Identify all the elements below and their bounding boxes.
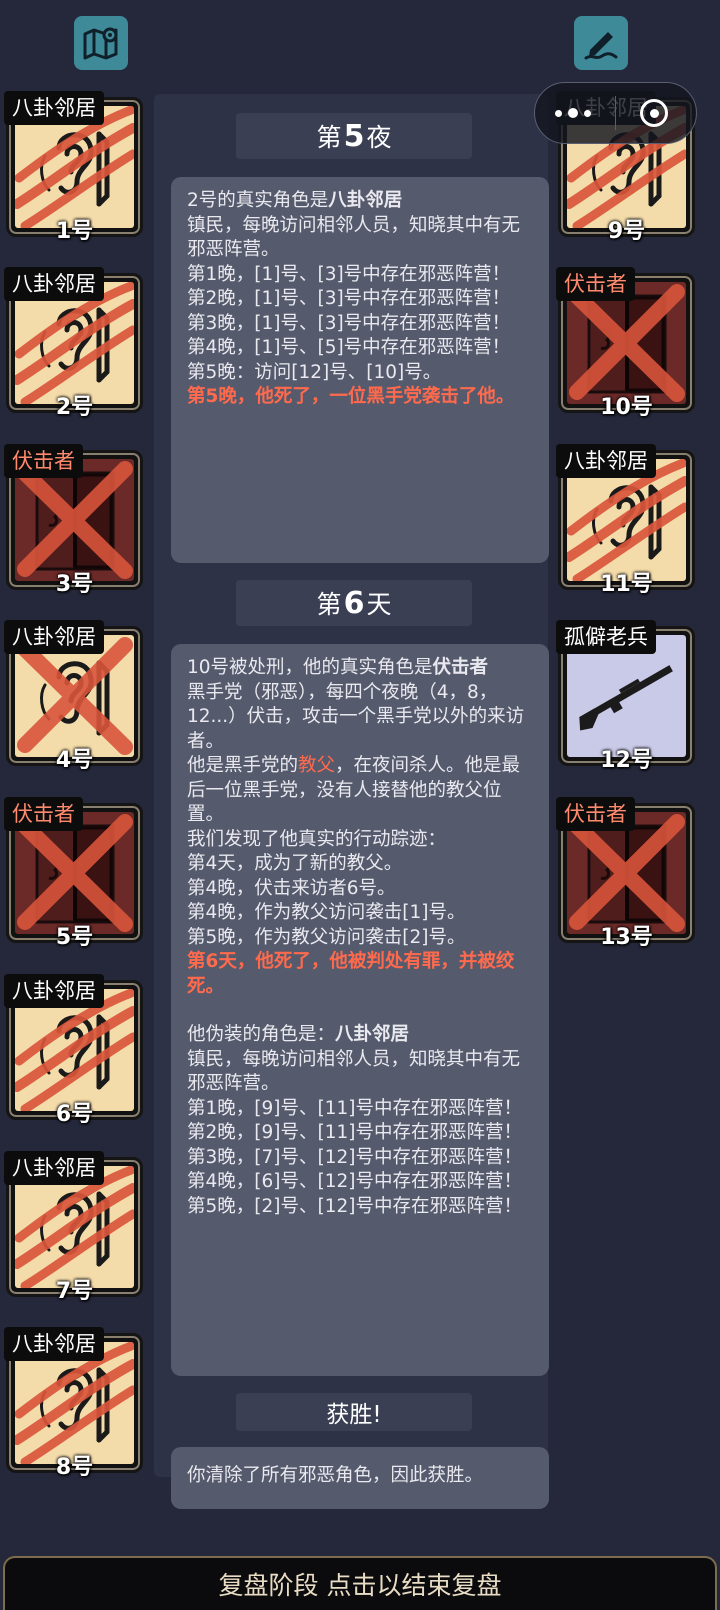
section-day-6: 第6天: [236, 580, 472, 626]
msg-line: 第1晚，[1]号、[3]号中存在邪恶阵营！: [187, 263, 511, 285]
end-review-label: 复盘阶段 点击以结束复盘: [218, 1571, 502, 1600]
player-card[interactable]: 伏击者 5号: [4, 797, 143, 950]
msg-line: 10号被处刑，他的真实角色是: [187, 657, 433, 678]
player-number: 7号: [55, 1279, 94, 1304]
msg-line: 第4晚，[1]号、[5]号中存在邪恶阵营！: [187, 337, 511, 358]
section-prefix: 第: [316, 123, 342, 152]
role-name: 八卦邻居: [328, 190, 403, 211]
close-target-icon[interactable]: [640, 99, 668, 127]
player-card[interactable]: 伏击者 3号: [4, 444, 143, 597]
player-number: 3号: [55, 572, 94, 597]
role-tag: 伏击者: [4, 444, 83, 478]
player-card[interactable]: 伏击者 10号: [556, 267, 695, 420]
section-prefix: 第: [316, 590, 342, 619]
role-name: 伏击者: [432, 657, 489, 678]
msg-line: 他伪装的角色是：: [187, 1024, 336, 1045]
msg-line: 第3晚，[1]号、[3]号中存在邪恶阵营！: [187, 312, 511, 334]
role-tag: 八卦邻居: [4, 974, 104, 1008]
map-button[interactable]: [74, 16, 128, 70]
more-menu-icon[interactable]: [555, 108, 591, 118]
player-card[interactable]: 八卦邻居 4号: [4, 620, 143, 773]
player-number: 8号: [55, 1455, 94, 1480]
player-card[interactable]: 八卦邻居 1号: [4, 91, 143, 244]
night5-message: 2号的真实角色是八卦邻居 镇民，每晚访问相邻人员，知晓其中有无邪恶阵营。 第1晚…: [171, 177, 549, 563]
role-tag: 伏击者: [556, 267, 635, 301]
msg-line: 第5晚，[2]号、[12]号中存在邪恶阵营！: [187, 1195, 522, 1217]
msg-line: 镇民，每晚访问相邻人员，知晓其中有无邪恶阵营。: [187, 1048, 521, 1095]
player-card[interactable]: 八卦邻居 11号: [556, 444, 695, 597]
player-number: 4号: [55, 748, 94, 773]
role-tag: 八卦邻居: [4, 620, 104, 654]
msg-line: 第4天，成为了新的教父。: [187, 853, 403, 874]
msg-line: 你清除了所有邪恶角色，因此获胜。: [187, 1465, 484, 1486]
player-number: 2号: [55, 395, 94, 420]
notes-button[interactable]: [574, 16, 628, 70]
player-card[interactable]: 伏击者 13号: [556, 797, 695, 950]
map-pin-icon: [83, 27, 118, 60]
player-number: 13号: [600, 925, 653, 950]
death-notice: 第6天，他死了，他被判处有罪，并被绞死。: [187, 951, 515, 997]
miniapp-capsule: [534, 82, 697, 144]
msg-line: 第5晚，作为教父访问袭击[2]号。: [187, 926, 466, 948]
msg-line: 镇民，每晚访问相邻人员，知晓其中有无邪恶阵营。: [187, 214, 521, 261]
victory-title: 获胜!: [326, 1402, 382, 1428]
msg-line: 2号的真实角色是: [187, 190, 329, 211]
msg-line: 第2晚，[1]号、[3]号中存在邪恶阵营！: [187, 288, 511, 309]
role-tag: 八卦邻居: [4, 1151, 104, 1185]
player-card[interactable]: 八卦邻居 2号: [4, 267, 143, 420]
player-number: 5号: [55, 925, 94, 950]
role-tag: 伏击者: [556, 797, 635, 831]
msg-line: 第5晚：访问[12]号、[10]号。: [187, 361, 442, 383]
player-number: 10号: [600, 395, 653, 420]
pen-note-icon: [584, 32, 618, 60]
player-card[interactable]: 八卦邻居 6号: [4, 974, 143, 1127]
msg-line: 我们发现了他真实的行动踪迹：: [187, 828, 447, 850]
role-tag: 八卦邻居: [4, 91, 104, 125]
role-tag: 八卦邻居: [4, 1327, 104, 1361]
player-card[interactable]: 孤僻老兵 12号: [556, 620, 695, 773]
role-tag: 孤僻老兵: [556, 620, 656, 654]
msg-line: 第4晚，伏击来访者6号。: [187, 877, 396, 899]
godfather-label: 教父: [298, 755, 336, 776]
msg-line: 第4晚，[6]号、[12]号中存在邪恶阵营！: [187, 1171, 522, 1192]
day6-message: 10号被处刑，他的真实角色是伏击者 黑手党（邪恶），每四个夜晚（4，8，12..…: [171, 644, 549, 1376]
msg-line: 黑手党（邪恶），每四个夜晚（4，8，12...）伏击，攻击一个黑手党以外的来访者…: [187, 681, 525, 752]
player-card[interactable]: 八卦邻居 8号: [4, 1327, 143, 1480]
section-suffix: 夜: [366, 123, 392, 152]
end-review-button[interactable]: 复盘阶段 点击以结束复盘: [3, 1556, 717, 1610]
victory-message: 你清除了所有邪恶角色，因此获胜。: [171, 1447, 549, 1509]
msg-line: 第4晚，作为教父访问袭击[1]号。: [187, 902, 466, 923]
death-notice: 第5晚，他死了，一位黑手党袭击了他。: [187, 386, 515, 407]
role-name: 八卦邻居: [335, 1024, 410, 1045]
section-number: 6: [343, 585, 365, 621]
section-night-5: 第5夜: [236, 113, 472, 159]
msg-line: 第3晚，[7]号、[12]号中存在邪恶阵营！: [187, 1146, 522, 1168]
section-victory: 获胜!: [236, 1393, 472, 1431]
player-card[interactable]: 八卦邻居 7号: [4, 1151, 143, 1304]
role-tag: 八卦邻居: [4, 267, 104, 301]
section-number: 5: [343, 118, 365, 154]
player-number: 12号: [600, 748, 653, 773]
player-number: 6号: [55, 1102, 94, 1127]
player-number: 9号: [607, 219, 646, 244]
msg-line: 第2晚，[9]号、[11]号中存在邪恶阵营！: [187, 1122, 522, 1143]
role-tag: 八卦邻居: [556, 444, 656, 478]
player-number: 11号: [600, 572, 653, 597]
capsule-divider: [615, 96, 616, 130]
role-tag: 伏击者: [4, 797, 83, 831]
msg-line: 第1晚，[9]号、[11]号中存在邪恶阵营！: [187, 1097, 522, 1119]
player-number: 1号: [55, 219, 94, 244]
section-suffix: 天: [366, 590, 392, 619]
msg-line: 他是黑手党的: [187, 755, 299, 776]
